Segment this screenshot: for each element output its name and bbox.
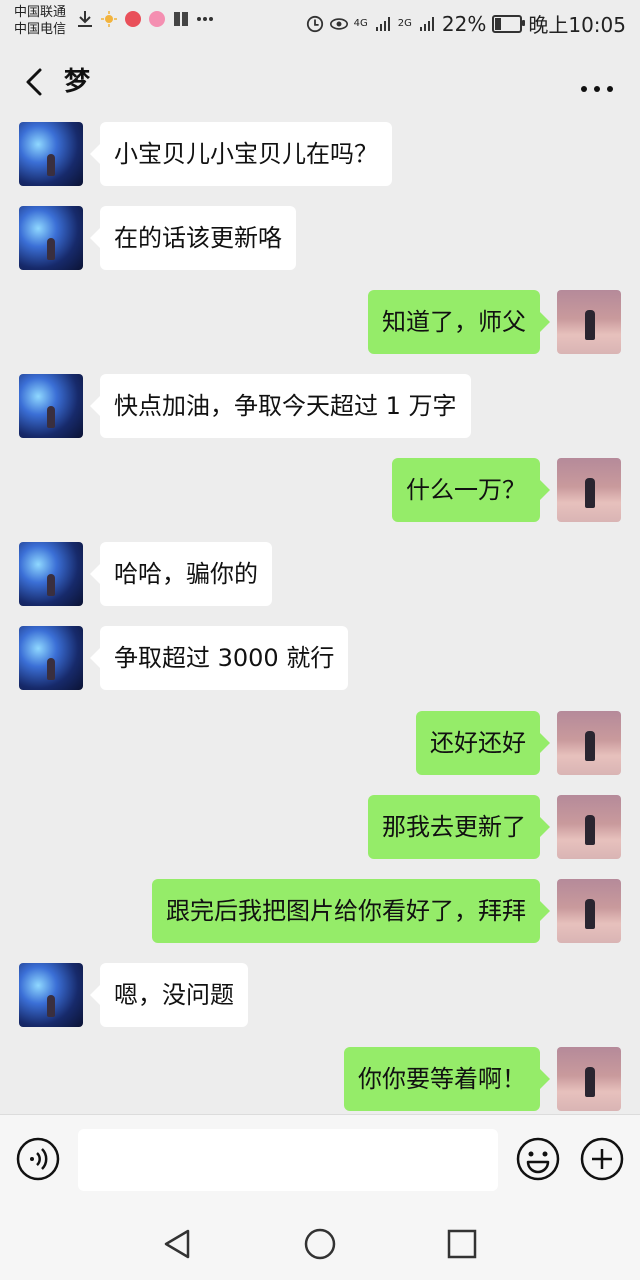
my-avatar[interactable] xyxy=(557,795,621,859)
clock: 晚上10:05 xyxy=(528,13,626,37)
data-saver-icon xyxy=(306,15,324,33)
contact-avatar[interactable] xyxy=(19,122,83,186)
message-bubble-sent[interactable]: 那我去更新了 xyxy=(368,795,550,859)
contact-avatar[interactable] xyxy=(19,374,83,438)
signal-1-icon xyxy=(374,15,392,33)
weather-icon xyxy=(100,10,118,28)
message-bubble-received[interactable]: 快点加油，争取今天超过 1 万字 xyxy=(90,374,471,438)
app-icon-pink xyxy=(148,10,166,28)
contact-avatar[interactable] xyxy=(19,626,83,690)
network-1-label: 4G xyxy=(353,18,368,29)
my-avatar[interactable] xyxy=(557,1047,621,1111)
carrier-1: 中国联通 xyxy=(14,5,67,20)
app-icon-red xyxy=(124,10,142,28)
message-bubble-received[interactable]: 嗯，没问题 xyxy=(90,963,248,1027)
notification-icons xyxy=(76,10,214,28)
chat-title: 梦 xyxy=(64,67,91,97)
plus-icon[interactable] xyxy=(580,1137,624,1181)
carrier-info: 中国联通 中国电信 xyxy=(14,4,66,38)
message-list[interactable]: 小宝贝儿小宝贝儿在吗？ 在的话该更新咯 知道了，师父 快点加油，争取今天超过 1… xyxy=(0,120,640,1114)
book-icon xyxy=(172,10,190,28)
contact-avatar[interactable] xyxy=(19,542,83,606)
message-bubble-received[interactable]: 在的话该更新咯 xyxy=(90,206,296,270)
system-nav-bar xyxy=(0,1206,640,1280)
nav-back-icon[interactable] xyxy=(160,1226,196,1262)
eye-icon xyxy=(329,15,348,33)
contact-avatar[interactable] xyxy=(19,206,83,270)
my-avatar[interactable] xyxy=(557,711,621,775)
my-avatar[interactable] xyxy=(557,879,621,943)
status-bar: 中国联通 中国电信 4G 2G 22% 晚上10:05 xyxy=(0,0,640,44)
message-bubble-received[interactable]: 争取超过 3000 就行 xyxy=(89,626,349,690)
message-bubble-received[interactable]: 哈哈，骗你的 xyxy=(90,542,272,606)
signal-2-icon xyxy=(418,15,436,33)
contact-avatar[interactable] xyxy=(19,963,83,1027)
message-bubble-sent[interactable]: 什么一万？ xyxy=(392,458,550,522)
message-bubble-received[interactable]: 小宝贝儿小宝贝儿在吗？ xyxy=(90,122,392,186)
more-icon[interactable] xyxy=(580,78,614,92)
message-bubble-sent[interactable]: 你你要等着啊！ xyxy=(344,1047,550,1111)
more-notifications-icon xyxy=(196,10,214,28)
message-bubble-sent[interactable]: 还好还好 xyxy=(416,711,550,775)
nav-recent-icon[interactable] xyxy=(444,1226,480,1262)
my-avatar[interactable] xyxy=(557,458,621,522)
network-2-label: 2G xyxy=(397,18,412,29)
battery-icon xyxy=(492,14,526,33)
input-bar xyxy=(0,1114,640,1207)
message-bubble-sent[interactable]: 跟完后我把图片给你看好了，拜拜 xyxy=(152,879,550,943)
message-bubble-sent[interactable]: 知道了，师父 xyxy=(368,290,550,354)
back-icon[interactable] xyxy=(22,64,54,100)
status-right: 4G 2G 22% 晚上10:05 xyxy=(306,9,626,38)
emoji-icon[interactable] xyxy=(516,1137,560,1181)
chat-header: 梦 xyxy=(0,44,640,120)
battery-percent: 22% xyxy=(441,11,487,36)
voice-icon[interactable] xyxy=(16,1137,60,1181)
download-icon xyxy=(76,10,94,28)
nav-home-icon[interactable] xyxy=(302,1226,338,1262)
message-input[interactable] xyxy=(78,1129,498,1191)
carrier-2: 中国电信 xyxy=(14,22,67,37)
my-avatar[interactable] xyxy=(557,290,621,354)
